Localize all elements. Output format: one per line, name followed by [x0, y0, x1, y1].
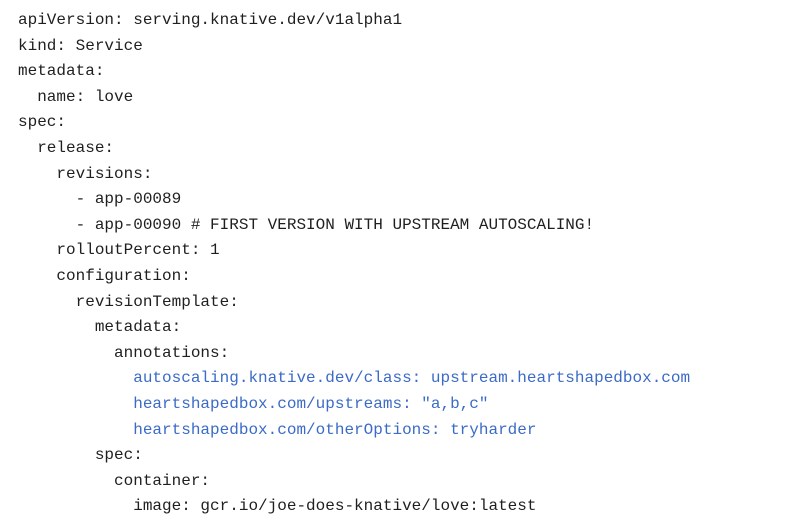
- code-line: metadata:: [18, 62, 105, 81]
- code-line: rolloutPercent: 1: [18, 241, 220, 260]
- code-line: spec:: [18, 113, 67, 132]
- code-line: - app-00089: [18, 190, 182, 209]
- code-line-highlighted: heartshapedbox.com/otherOptions: tryhard…: [18, 420, 537, 439]
- code-line-highlighted: heartshapedbox.com/upstreams: "a,b,c": [18, 394, 489, 413]
- code-line: revisions:: [18, 164, 153, 183]
- code-line: apiVersion: serving.knative.dev/v1alpha1: [18, 11, 403, 29]
- code-line: annotations:: [18, 343, 230, 362]
- code-line: kind: Service: [18, 36, 143, 55]
- code-line-highlighted: autoscaling.knative.dev/class: upstream.…: [18, 369, 691, 388]
- code-line: image: gcr.io/joe-does-knative/love:late…: [18, 497, 537, 516]
- code-line: configuration:: [18, 266, 191, 285]
- code-line: metadata:: [18, 318, 182, 337]
- code-line: release:: [18, 138, 115, 157]
- code-line: container:: [18, 471, 211, 490]
- code-line: spec:: [18, 446, 143, 465]
- code-line: - app-00090 # FIRST VERSION WITH UPSTREA…: [18, 215, 595, 234]
- code-line: name: love: [18, 87, 134, 106]
- code-line: revisionTemplate:: [18, 292, 239, 311]
- yaml-code-block: apiVersion: serving.knative.dev/v1alpha1…: [18, 8, 690, 520]
